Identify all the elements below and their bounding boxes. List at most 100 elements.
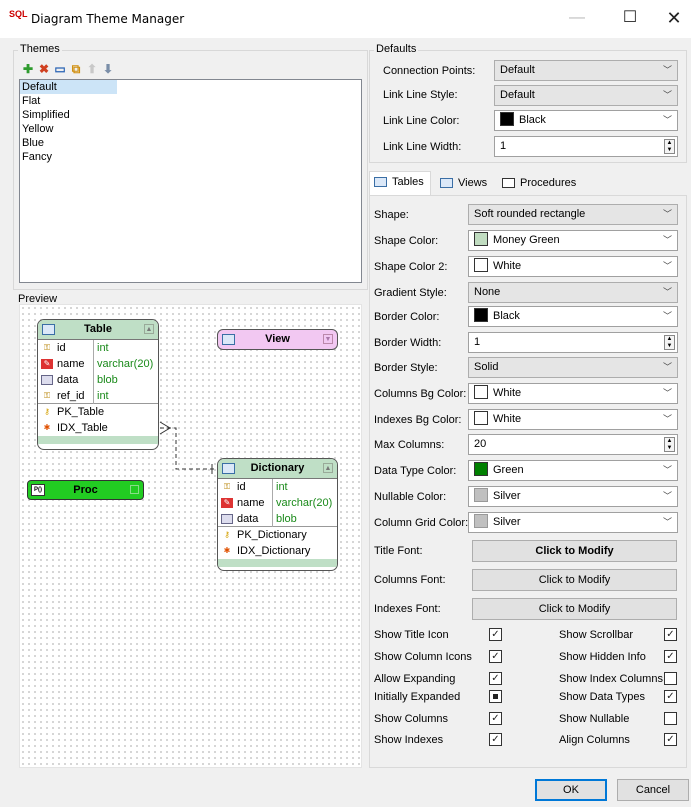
show-hidden-info-checkbox[interactable]: ✓ (664, 650, 677, 663)
tab-views[interactable]: Views (436, 173, 494, 195)
show-nullable-checkbox[interactable] (664, 712, 677, 725)
gradient-style-select[interactable]: None ﹀ (468, 282, 678, 303)
index-icon: ✱ (43, 423, 51, 432)
theme-item-blue[interactable]: Blue (20, 136, 361, 150)
nullable-color-label: Nullable Color: (374, 491, 447, 503)
data-type-color-label: Data Type Color: (374, 465, 457, 477)
show-data-types-checkbox[interactable]: ✓ (664, 690, 677, 703)
entity-table[interactable]: Table ▲ ⚿ id int ✎ name varchar(20) data… (37, 319, 159, 450)
column-grid-color-select[interactable]: Silver ﹀ (468, 512, 678, 533)
move-up-icon[interactable]: ⬆ (86, 63, 98, 75)
defaults-label: Defaults (374, 43, 419, 55)
border-width-spinner[interactable]: 1 ▲ ▼ (468, 332, 678, 353)
close-button[interactable]: ✕ (651, 4, 691, 34)
expand-icon[interactable]: ▲ (144, 324, 154, 334)
shape-color2-select[interactable]: White ﹀ (468, 256, 678, 277)
spin-arrows-icon[interactable]: ▲ ▼ (664, 139, 675, 154)
link-line-width-label: Link Line Width: (383, 141, 462, 153)
indexes-bg-label: Indexes Bg Color: (374, 414, 462, 426)
entity-dictionary-title: Dictionary (250, 462, 305, 474)
show-title-icon-checkbox[interactable]: ✓ (489, 628, 502, 641)
index-row: ✱ IDX_Table (38, 420, 158, 436)
rename-theme-icon[interactable]: ▭ (54, 63, 66, 75)
link-line-style-select[interactable]: Default ﹀ (494, 85, 678, 106)
expand-icon[interactable] (130, 485, 139, 494)
theme-item-simplified[interactable]: Simplified (20, 108, 361, 122)
minimize-button[interactable]: — (554, 4, 600, 34)
spin-arrows-icon[interactable]: ▲ ▼ (664, 335, 675, 350)
allow-expanding-checkbox[interactable]: ✓ (489, 672, 502, 685)
index-row: ⚷ PK_Dictionary (218, 527, 337, 543)
themes-list[interactable]: Default Flat Simplified Yellow Blue Fanc… (19, 79, 362, 283)
link-line-color-select[interactable]: Black ﹀ (494, 110, 678, 131)
connection-points-select[interactable]: Default ﹀ (494, 60, 678, 81)
border-color-select[interactable]: Black ﹀ (468, 306, 678, 327)
spin-arrows-icon[interactable]: ▲ ▼ (664, 437, 675, 452)
show-index-columns-checkbox[interactable] (664, 672, 677, 685)
title-font-button[interactable]: Click to Modify (472, 540, 677, 562)
theme-item-flat[interactable]: Flat (20, 94, 361, 108)
tab-tables[interactable]: Tables (369, 171, 431, 196)
max-columns-spinner[interactable]: 20 ▲ ▼ (468, 434, 678, 455)
table-icon (222, 463, 235, 474)
key-icon: ⚿ (223, 482, 231, 491)
delete-theme-icon[interactable]: ✖ (38, 63, 50, 75)
indexes-bg-select[interactable]: White ﹀ (468, 409, 678, 430)
chevron-down-icon: ﹀ (662, 465, 672, 475)
table-icon (374, 177, 387, 187)
expand-icon[interactable]: ▲ (323, 463, 333, 473)
indexes-font-button[interactable]: Click to Modify (472, 598, 677, 620)
border-style-select[interactable]: Solid ﹀ (468, 357, 678, 378)
procedure-icon: P() (31, 484, 45, 496)
chevron-down-icon: ﹀ (662, 362, 672, 372)
shape-select[interactable]: Soft rounded rectangle ﹀ (468, 204, 678, 225)
show-indexes-checkbox[interactable]: ✓ (489, 733, 502, 746)
shape-color2-label: Shape Color 2: (374, 261, 448, 273)
show-indexes-label: Show Indexes (374, 734, 444, 746)
themes-label: Themes (18, 43, 62, 55)
entity-proc[interactable]: P() Proc (27, 480, 144, 500)
add-theme-icon[interactable]: ✚ (22, 63, 34, 75)
chevron-down-icon: ﹀ (662, 414, 672, 424)
nullable-color-select[interactable]: Silver ﹀ (468, 486, 678, 507)
key-icon: ⚿ (43, 343, 51, 352)
entity-proc-title: Proc (73, 484, 98, 496)
allow-expanding-label: Allow Expanding (374, 673, 456, 685)
theme-item-yellow[interactable]: Yellow (20, 122, 361, 136)
show-scrollbar-checkbox[interactable]: ✓ (664, 628, 677, 641)
show-column-icons-checkbox[interactable]: ✓ (489, 650, 502, 663)
shape-color-select[interactable]: Money Green ﹀ (468, 230, 678, 251)
tab-procedures[interactable]: Procedures (498, 173, 588, 195)
columns-font-button[interactable]: Click to Modify (472, 569, 677, 591)
entity-dictionary[interactable]: Dictionary ▲ ⚿ id int ✎ name varchar(20)… (217, 458, 338, 571)
column-row: data blob (218, 511, 337, 527)
link-line-color-label: Link Line Color: (383, 115, 460, 127)
column-row: ⚿ ref_id int (38, 388, 158, 404)
expand-icon[interactable]: ▼ (323, 334, 333, 344)
view-icon (440, 178, 453, 188)
columns-bg-label: Columns Bg Color: (374, 388, 467, 400)
theme-item-fancy[interactable]: Fancy (20, 150, 361, 164)
copy-theme-icon[interactable]: ⧉ (70, 63, 82, 75)
window-title: Diagram Theme Manager (31, 12, 185, 26)
data-type-color-select[interactable]: Green ﹀ (468, 460, 678, 481)
theme-item-default[interactable]: Default (20, 80, 117, 94)
initially-expanded-checkbox[interactable] (489, 690, 502, 703)
shape-label: Shape: (374, 209, 409, 221)
color-swatch (474, 462, 488, 477)
move-down-icon[interactable]: ⬇ (102, 63, 114, 75)
ok-button[interactable]: OK (535, 779, 607, 801)
align-columns-checkbox[interactable]: ✓ (664, 733, 677, 746)
column-row: ⚿ id int (218, 479, 337, 495)
entity-view[interactable]: View ▼ (217, 329, 338, 350)
color-swatch (474, 514, 488, 529)
color-swatch (474, 232, 488, 247)
maximize-button[interactable]: ☐ (607, 4, 653, 34)
connection-points-label: Connection Points: (383, 65, 476, 77)
cancel-button[interactable]: Cancel (617, 779, 689, 801)
show-columns-checkbox[interactable]: ✓ (489, 712, 502, 725)
link-line-width-spinner[interactable]: 1 ▲ ▼ (494, 136, 678, 157)
chevron-down-icon: ﹀ (662, 235, 672, 245)
link-line-style-label: Link Line Style: (383, 89, 458, 101)
columns-bg-select[interactable]: White ﹀ (468, 383, 678, 404)
